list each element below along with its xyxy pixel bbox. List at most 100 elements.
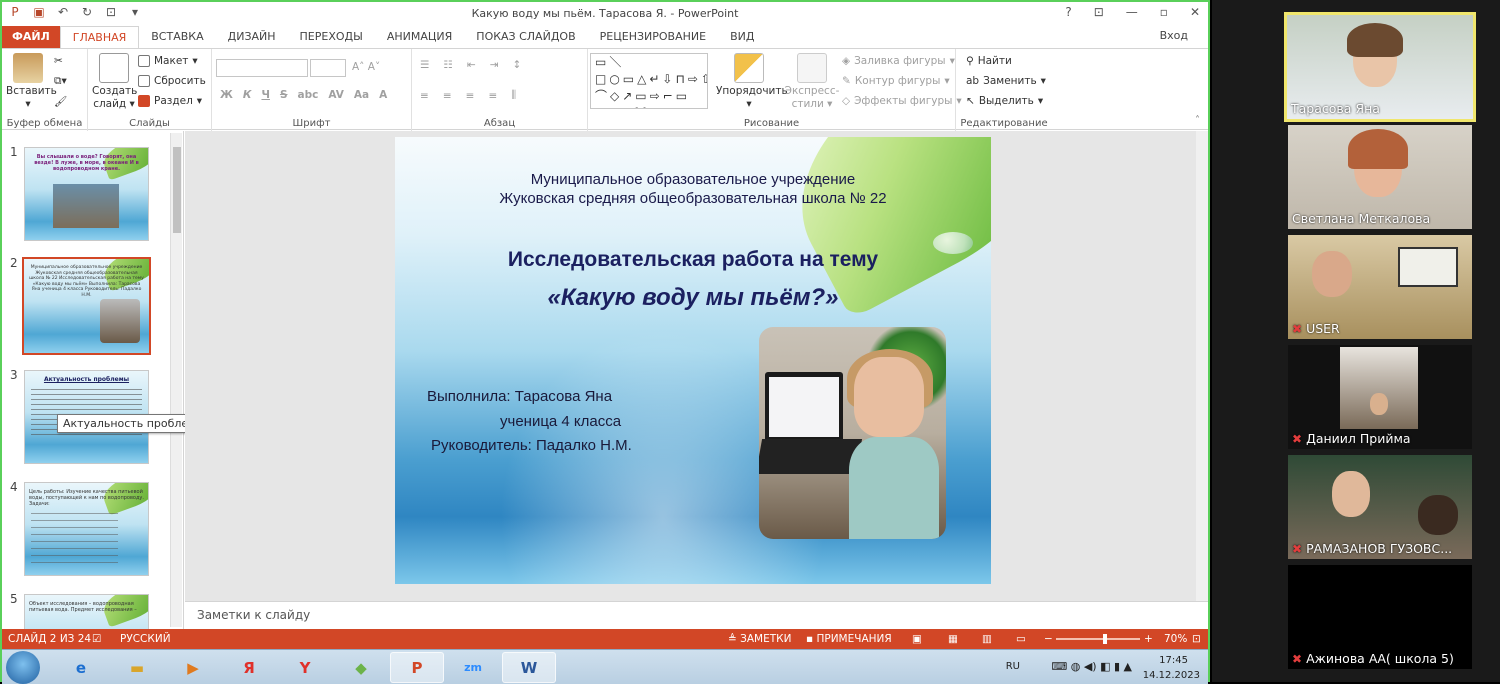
slide-thumbnail-1[interactable]: Вы слышали о воде? Говорят, она везде! В… (24, 147, 149, 241)
scrollbar-thumb[interactable] (173, 147, 181, 233)
normal-view-icon[interactable]: ▣ (912, 633, 922, 645)
participant-tile[interactable]: ✖ USER (1288, 235, 1472, 339)
tab-insert[interactable]: ВСТАВКА (139, 26, 215, 48)
spacing-icon[interactable]: AV (328, 89, 344, 101)
slideshow-view-icon[interactable]: ▭ (1016, 633, 1026, 645)
section-button[interactable]: Раздел ▾ (138, 95, 202, 107)
align-right-icon[interactable]: ≡ (466, 90, 475, 102)
line-spacing-icon[interactable]: ↕ (512, 59, 521, 71)
tab-file[interactable]: ФАЙЛ (2, 26, 60, 48)
zoom-slider-knob[interactable] (1103, 634, 1107, 644)
participant-tile[interactable]: Светлана Меткалова (1288, 125, 1472, 229)
notes-pane[interactable]: Заметки к слайду (185, 601, 1208, 629)
slide-thumbnail-5[interactable]: Объект исследования – водопроводная пить… (24, 594, 149, 629)
columns-icon[interactable]: ⫼ (511, 89, 516, 102)
zoom-in-button[interactable]: + (1144, 633, 1153, 645)
yandex-browser-icon[interactable]: Y (278, 652, 332, 683)
clock-time[interactable]: 17:45 (1159, 655, 1188, 666)
signin-link[interactable]: Вход (1160, 29, 1188, 42)
slide-thumbnail-2[interactable]: Муниципальное образовательное учреждение… (22, 257, 151, 355)
tab-slideshow[interactable]: ПОКАЗ СЛАЙДОВ (464, 26, 587, 48)
clock-date[interactable]: 14.12.2023 (1143, 670, 1200, 681)
outdent-icon[interactable]: ⇥ (490, 59, 499, 71)
yandex-search-icon[interactable]: Я (222, 652, 276, 683)
current-slide[interactable]: Муниципальное образовательное учреждение… (395, 137, 991, 584)
comments-toggle[interactable]: ▪ ПРИМЕЧАНИЯ (806, 633, 892, 645)
tab-design[interactable]: ДИЗАЙН (216, 26, 288, 48)
maximize-button[interactable]: ▫ (1160, 5, 1168, 19)
tab-review[interactable]: РЕЦЕНЗИРОВАНИЕ (588, 26, 718, 48)
participant-tile[interactable]: Тарасова Яна (1284, 12, 1476, 122)
shadow-icon[interactable]: abc (298, 89, 319, 101)
file-explorer-icon[interactable]: ▬ (110, 652, 164, 683)
help-button[interactable]: ? (1065, 5, 1071, 19)
new-slide-button[interactable]: Создать слайд ▾ (92, 53, 137, 111)
notes-toggle[interactable]: ≜ ЗАМЕТКИ (728, 633, 791, 645)
zoom-slider[interactable] (1056, 634, 1140, 644)
participant-tile[interactable]: ✖ Ажинова АА( школа 5) (1288, 565, 1472, 669)
format-painter-button[interactable]: 🖌 (54, 95, 67, 108)
reset-button[interactable]: Сбросить (138, 75, 206, 87)
language-indicator[interactable]: РУССКИЙ (120, 633, 171, 645)
tab-transitions[interactable]: ПЕРЕХОДЫ (288, 26, 375, 48)
participant-tile[interactable]: ✖ РАМАЗАНОВ ГУЗОВС... (1288, 455, 1472, 559)
font-size-buttons[interactable]: A˄ A˅ (352, 61, 380, 73)
tab-animations[interactable]: АНИМАЦИЯ (375, 26, 464, 48)
fit-slide-icon[interactable]: ⊡ (1192, 633, 1201, 645)
close-button[interactable]: ✕ (1190, 5, 1200, 19)
case-icon[interactable]: Aa (354, 89, 369, 101)
powerpoint-taskbar-icon[interactable]: P (390, 652, 444, 683)
slide-sorter-icon[interactable]: ▦ (948, 633, 958, 645)
cut-button[interactable]: ✂ (54, 55, 63, 67)
quick-styles-button[interactable]: Экспресс-стили ▾ (784, 53, 840, 111)
font-name-select[interactable] (216, 59, 308, 77)
slide-thumbnail-4[interactable]: Цель работы: Изучение качества питьевой … (24, 482, 149, 576)
zoom-taskbar-icon[interactable]: zm (446, 652, 500, 683)
language-tray[interactable]: RU (1006, 661, 1020, 672)
zoom-out-button[interactable]: − (1044, 633, 1053, 645)
collapse-ribbon-icon[interactable]: ˄ (1195, 115, 1200, 126)
replace-button[interactable]: ab Заменить ▾ (966, 75, 1046, 87)
layout-button[interactable]: Макет ▾ (138, 55, 198, 67)
media-player-icon[interactable]: ▶ (166, 652, 220, 683)
ribbon-display-icon[interactable]: ⊡ (1094, 5, 1104, 19)
font-size-select[interactable] (310, 59, 346, 77)
align-center-icon[interactable]: ≡ (443, 90, 452, 102)
tab-view[interactable]: ВИД (718, 26, 766, 48)
word-taskbar-icon[interactable]: W (502, 652, 556, 683)
strikethrough-button[interactable]: S (280, 89, 288, 101)
font-color-icon[interactable]: A (379, 89, 387, 101)
justify-icon[interactable]: ≡ (488, 90, 497, 102)
thumbnails-scrollbar[interactable] (170, 133, 182, 627)
italic-button[interactable]: К (243, 89, 252, 101)
bold-button[interactable]: Ж (220, 89, 233, 101)
folder-app-icon[interactable]: ◆ (334, 652, 388, 683)
align-left-icon[interactable]: ≡ (420, 90, 429, 102)
select-button[interactable]: ↖ Выделить ▾ (966, 95, 1043, 107)
find-button[interactable]: ⚲ Найти (966, 55, 1012, 67)
shape-fill-button[interactable]: ◈ Заливка фигуры ▾ (842, 55, 955, 67)
muted-mic-icon: ✖ (1292, 322, 1303, 336)
editor-scrollbar[interactable] (1196, 131, 1208, 601)
zoom-level[interactable]: 70% (1164, 633, 1187, 645)
internet-explorer-icon[interactable]: e (54, 652, 108, 683)
reading-view-icon[interactable]: ▥ (982, 633, 992, 645)
tab-home[interactable]: ГЛАВНАЯ (59, 26, 140, 48)
indent-icon[interactable]: ⇤ (467, 59, 476, 71)
minimize-button[interactable]: — (1126, 5, 1138, 19)
shapes-gallery[interactable]: ▭＼□○▭△↵⇩⊓⇨⇧⌈⌉⌒◇↗▭⇨⌐▭⟂∿⌒{}☆ (590, 53, 708, 109)
paste-button[interactable]: Вставить ▾ (6, 53, 57, 111)
shape-outline-button[interactable]: ✎ Контур фигуры ▾ (842, 75, 950, 87)
shape-effects-button[interactable]: ◇ Эффекты фигуры ▾ (842, 95, 962, 107)
paragraph-group-label: Абзац (483, 118, 516, 129)
spellcheck-icon[interactable]: ☑ (92, 633, 101, 645)
numbering-icon[interactable]: ☷ (443, 59, 452, 71)
participant-tile[interactable]: ✖ Даниил Прийма (1288, 345, 1472, 449)
windows-start-icon[interactable] (6, 651, 40, 684)
underline-button[interactable]: Ч (261, 89, 270, 101)
status-bar: СЛАЙД 2 ИЗ 24 ☑ РУССКИЙ ≜ ЗАМЕТКИ ▪ ПРИМ… (2, 629, 1208, 649)
arrange-button[interactable]: Упорядочить ▾ (716, 53, 788, 111)
bullets-icon[interactable]: ☰ (420, 59, 429, 71)
tray-icons[interactable]: ⌨ ◍ ◀) ◧ ▮ ▲ (1051, 660, 1132, 673)
copy-button[interactable]: ⧉▾ (54, 75, 67, 88)
